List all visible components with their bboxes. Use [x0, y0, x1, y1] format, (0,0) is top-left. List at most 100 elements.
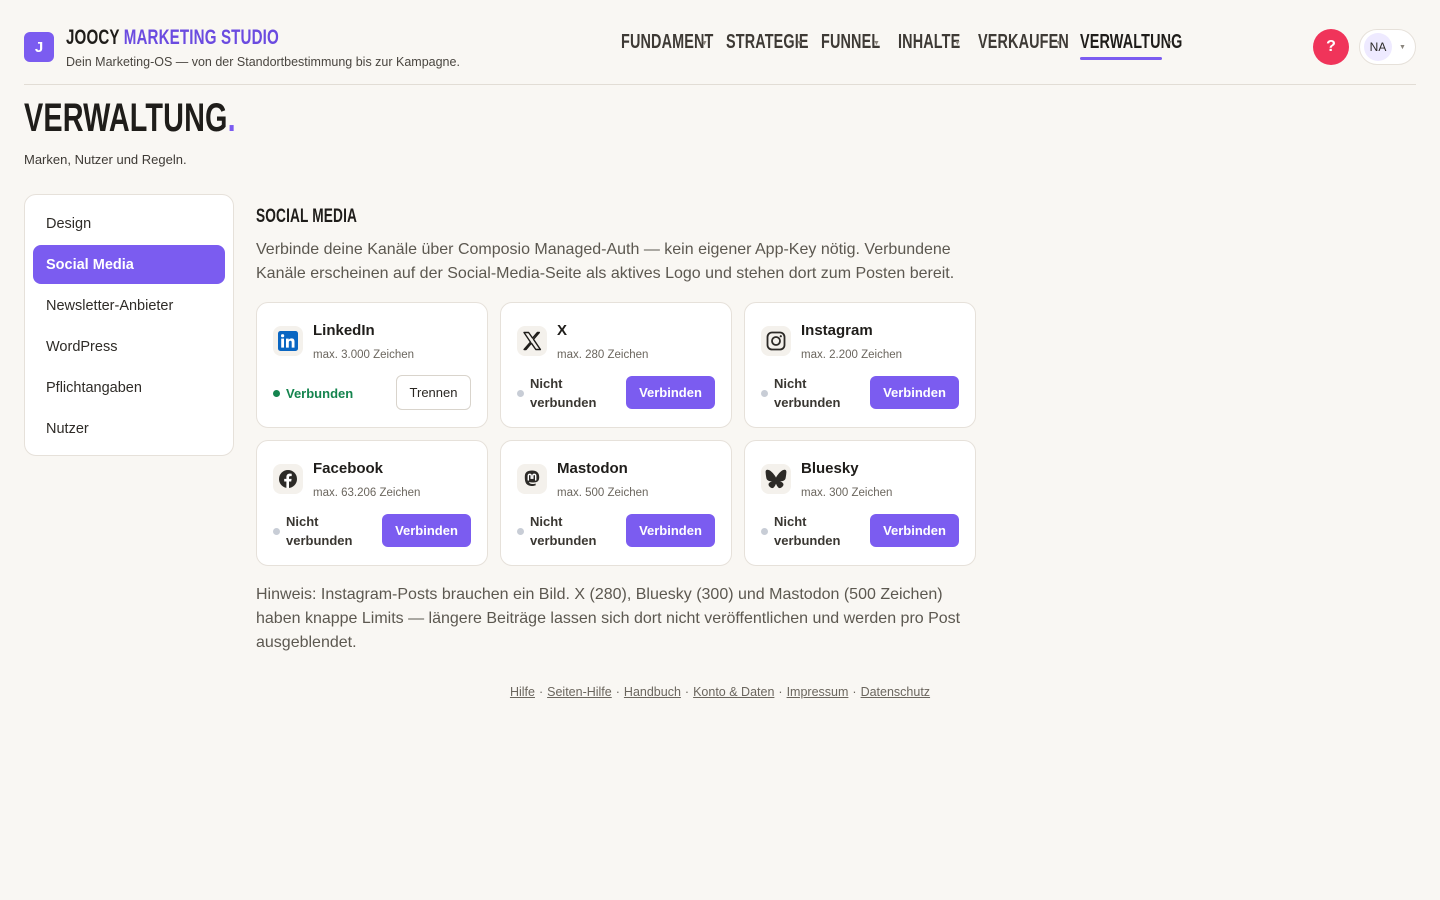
channel-name: X — [557, 322, 568, 339]
chevron-down-icon: ▼ — [873, 40, 880, 47]
section-title: SOCIAL MEDIA — [256, 206, 358, 227]
sidebar-item-pflichtangaben[interactable]: Pflichtangaben — [33, 368, 225, 407]
status-dot — [761, 389, 768, 397]
connect-button[interactable]: Verbinden — [626, 376, 715, 409]
footer-separator: · — [852, 685, 857, 699]
channel-limit: max. 3.000 Zeichen — [313, 349, 415, 361]
nav-label: FUNNEL — [821, 31, 881, 53]
footer-separator: · — [615, 685, 620, 699]
status-dot — [273, 527, 280, 535]
status-dot — [761, 527, 768, 535]
main-nav: FUNDAMENT ▼ STRATEGIE ▼ FUNNEL ▼ INHALTE… — [621, 30, 1182, 60]
footer-separator: · — [778, 685, 783, 699]
nav-item-funnel[interactable]: FUNNEL ▼ — [821, 30, 898, 60]
footer-link-impressum[interactable]: Impressum — [787, 685, 849, 699]
connect-button[interactable]: Verbinden — [382, 514, 471, 547]
status-text: Nicht verbunden — [774, 514, 841, 548]
chevron-down-icon: ▼ — [1055, 40, 1062, 47]
avatar: NA — [1364, 33, 1392, 61]
status-badge: Nicht verbunden — [517, 375, 627, 411]
status-text: Nicht verbunden — [530, 514, 597, 548]
status-dot — [273, 389, 280, 397]
channel-card-x: X max. 280 Zeichen Nicht verbunden Verbi… — [500, 302, 732, 428]
footer-link-handbuch[interactable]: Handbuch — [624, 685, 681, 699]
nav-item-fundament[interactable]: FUNDAMENT ▼ — [621, 30, 726, 60]
page-subtitle: Marken, Nutzer und Regeln. — [24, 152, 187, 167]
sidebar-item-design[interactable]: Design — [33, 204, 225, 243]
bluesky-icon — [761, 464, 791, 494]
channel-card-facebook: Facebook max. 63.206 Zeichen Nicht verbu… — [256, 440, 488, 566]
page-title: VERWALTUNG. — [24, 96, 236, 140]
channel-name: Mastodon — [557, 460, 628, 477]
linkedin-icon — [273, 326, 303, 356]
channel-card-instagram: Instagram max. 2.200 Zeichen Nicht verbu… — [744, 302, 976, 428]
sidebar-item-nutzer[interactable]: Nutzer — [33, 409, 225, 448]
footer-link-konto[interactable]: Konto & Daten — [693, 685, 774, 699]
footer-link-seiten-hilfe[interactable]: Seiten-Hilfe — [547, 685, 612, 699]
footer-separator: · — [684, 685, 690, 699]
sidebar-item-newsletter[interactable]: Newsletter-Anbieter — [33, 286, 225, 325]
status-text: Nicht verbunden — [530, 376, 597, 410]
active-nav-indicator — [1080, 57, 1162, 60]
chevron-down-icon: ▼ — [1399, 43, 1406, 51]
chevron-down-icon: ▼ — [701, 40, 708, 47]
nav-label: FUNDAMENT — [621, 31, 714, 53]
connect-button[interactable]: Verbinden — [870, 514, 959, 547]
x-icon — [517, 326, 547, 356]
logo-badge[interactable]: J — [24, 32, 54, 62]
status-text: Nicht verbunden — [286, 514, 353, 548]
settings-sidebar: Design Social Media Newsletter-Anbieter … — [24, 194, 234, 456]
status-badge: Verbunden — [273, 375, 383, 411]
status-dot — [517, 527, 524, 535]
user-menu[interactable]: NA ▼ — [1359, 29, 1416, 65]
channel-card-bluesky: Bluesky max. 300 Zeichen Nicht verbunden… — [744, 440, 976, 566]
page-title-text: VERWALTUNG — [24, 96, 228, 140]
channel-name: Instagram — [801, 322, 873, 339]
channel-name: Bluesky — [801, 460, 859, 477]
channel-name: LinkedIn — [313, 322, 375, 339]
chevron-down-icon: ▼ — [796, 40, 803, 47]
channel-limit: max. 2.200 Zeichen — [801, 349, 903, 361]
limits-note: Hinweis: Instagram-Posts brauchen ein Bi… — [256, 586, 961, 651]
nav-item-verwaltung[interactable]: VERWALTUNG ▼ — [1080, 30, 1182, 60]
status-badge: Nicht verbunden — [273, 513, 383, 549]
mastodon-icon — [517, 464, 547, 494]
channel-limit: max. 300 Zeichen — [801, 487, 893, 499]
footer-separator: · — [538, 685, 544, 699]
chevron-down-icon: ▼ — [1166, 40, 1173, 47]
footer: Hilfe · Seiten-Hilfe · Handbuch · Konto & Date… — [0, 685, 1440, 699]
channel-name: Facebook — [313, 460, 384, 477]
footer-link-datenschutz[interactable]: Datenschutz — [861, 685, 930, 699]
chevron-down-icon: ▼ — [954, 40, 961, 47]
footer-link-hilfe[interactable]: Hilfe — [510, 685, 535, 699]
nav-item-strategie[interactable]: STRATEGIE ▼ — [726, 30, 821, 60]
help-button[interactable]: ? — [1313, 29, 1349, 65]
connect-button[interactable]: Verbinden — [870, 376, 959, 409]
connect-button[interactable]: Verbinden — [626, 514, 715, 547]
status-badge: Nicht verbunden — [761, 375, 871, 411]
sidebar-item-wordpress[interactable]: WordPress — [33, 327, 225, 366]
page-title-dot: . — [227, 96, 236, 140]
brand-name[interactable]: JOOCY MARKETING STUDIO — [66, 26, 279, 50]
nav-item-verkaufen[interactable]: VERKAUFEN ▼ — [978, 30, 1080, 60]
status-text: Verbunden — [286, 385, 354, 401]
status-badge: Nicht verbunden — [761, 513, 871, 549]
nav-item-inhalte[interactable]: INHALTE ▼ — [898, 30, 978, 60]
nav-label: INHALTE — [898, 31, 961, 53]
channel-limit: max. 63.206 Zeichen — [313, 487, 421, 499]
disconnect-button[interactable]: Trennen — [396, 375, 471, 410]
app-header: J JOOCY MARKETING STUDIO Dein Marketing-… — [24, 0, 1416, 85]
channel-limit: max. 280 Zeichen — [557, 349, 649, 361]
channel-card-mastodon: Mastodon max. 500 Zeichen Nicht verbunde… — [500, 440, 732, 566]
brand-part-2: MARKETING STUDIO — [123, 26, 279, 49]
channel-card-linkedin: LinkedIn max. 3.000 Zeichen Verbunden Tr… — [256, 302, 488, 428]
channel-limit: max. 500 Zeichen — [557, 487, 649, 499]
sidebar-item-social-media[interactable]: Social Media — [33, 245, 225, 284]
instagram-icon — [761, 326, 791, 356]
facebook-icon — [273, 464, 303, 494]
status-badge: Nicht verbunden — [517, 513, 627, 549]
brand-part-1: JOOCY — [66, 26, 120, 49]
section-intro: Verbinde deine Kanäle über Composio Mana… — [256, 241, 955, 282]
brand-tagline: Dein Marketing-OS — von der Standortbest… — [66, 55, 460, 69]
status-text: Nicht verbunden — [774, 376, 841, 410]
